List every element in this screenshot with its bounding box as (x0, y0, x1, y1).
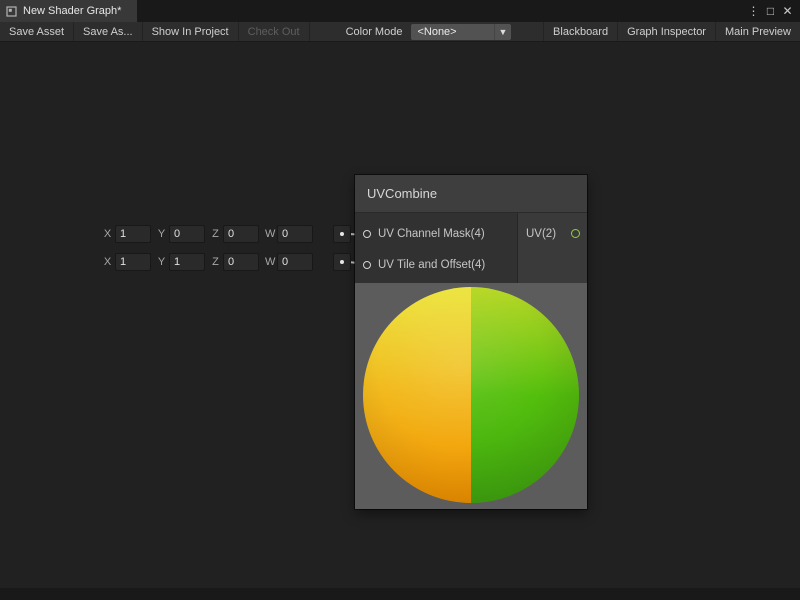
y-field[interactable] (169, 253, 205, 271)
save-asset-button[interactable]: Save Asset (0, 22, 74, 41)
vector4-input-row-2: X Y Z W (103, 252, 351, 272)
shader-graph-window: New Shader Graph* ⋮ □ ✕ Save Asset Save … (0, 0, 800, 600)
z-field[interactable] (223, 253, 259, 271)
window-controls: ⋮ □ ✕ (745, 0, 800, 22)
z-field[interactable] (223, 225, 259, 243)
title-bar: New Shader Graph* ⋮ □ ✕ (0, 0, 800, 22)
check-out-button: Check Out (239, 22, 310, 41)
node-port-section: UV Channel Mask(4) UV Tile and Offset(4)… (355, 213, 587, 283)
node-output-ports: UV(2) (517, 213, 587, 283)
field-label-y: Y (157, 228, 166, 240)
uvcombine-node[interactable]: UVCombine UV Channel Mask(4) UV Tile and… (355, 175, 587, 509)
w-field[interactable] (277, 225, 313, 243)
node-preview (355, 283, 587, 509)
field-label-x: X (103, 228, 112, 240)
x-field[interactable] (115, 225, 151, 243)
graph-inspector-toggle-button[interactable]: Graph Inspector (617, 22, 715, 41)
main-preview-toggle-button[interactable]: Main Preview (715, 22, 800, 41)
graph-canvas[interactable]: X Y Z W X Y Z W UVCombine (0, 42, 800, 588)
blackboard-toggle-button[interactable]: Blackboard (543, 22, 617, 41)
input-port-icon[interactable] (363, 230, 371, 238)
output-port-icon[interactable] (571, 229, 580, 238)
preview-sphere (363, 287, 579, 503)
sphere-shading (363, 287, 579, 503)
toolbar-right-group: Blackboard Graph Inspector Main Preview (543, 22, 800, 41)
field-label-y: Y (157, 256, 166, 268)
field-label-x: X (103, 256, 112, 268)
x-field[interactable] (115, 253, 151, 271)
input-port-row: UV Channel Mask(4) (355, 218, 517, 249)
output-port-label: UV(2) (526, 228, 556, 240)
shader-graph-icon (6, 6, 17, 17)
input-port-label: UV Channel Mask(4) (378, 228, 485, 240)
field-label-z: Z (211, 228, 220, 240)
color-mode-label: Color Mode (342, 22, 407, 41)
field-label-w: W (265, 256, 274, 268)
color-mode-dropdown[interactable]: <None> ▼ (411, 24, 511, 40)
y-field[interactable] (169, 225, 205, 243)
tab-title: New Shader Graph* (23, 5, 121, 17)
color-mode-value: <None> (417, 26, 456, 38)
maximize-icon[interactable]: □ (762, 4, 779, 18)
w-field[interactable] (277, 253, 313, 271)
port-connector-dot[interactable] (333, 253, 351, 271)
save-as-button[interactable]: Save As... (74, 22, 143, 41)
node-title[interactable]: UVCombine (355, 175, 587, 213)
chevron-down-icon: ▼ (494, 24, 512, 40)
window-bottom-edge (0, 588, 800, 600)
tab-new-shader-graph[interactable]: New Shader Graph* (0, 0, 137, 22)
node-input-ports: UV Channel Mask(4) UV Tile and Offset(4) (355, 213, 517, 283)
input-port-icon[interactable] (363, 261, 371, 269)
menu-icon[interactable]: ⋮ (745, 4, 762, 18)
input-port-row: UV Tile and Offset(4) (355, 249, 517, 280)
show-in-project-button[interactable]: Show In Project (143, 22, 239, 41)
field-label-z: Z (211, 256, 220, 268)
shader-graph-toolbar: Save Asset Save As... Show In Project Ch… (0, 22, 800, 42)
port-connector-dot[interactable] (333, 225, 351, 243)
field-label-w: W (265, 228, 274, 240)
vector4-input-row-1: X Y Z W (103, 224, 351, 244)
input-port-label: UV Tile and Offset(4) (378, 259, 485, 271)
close-icon[interactable]: ✕ (779, 4, 796, 18)
